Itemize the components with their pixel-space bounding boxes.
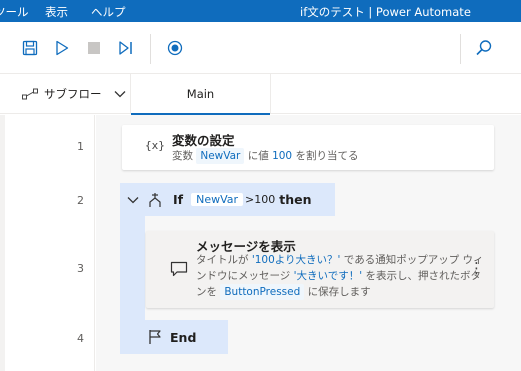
title-bar: ツール 表示 ヘルプ if文のテスト | Power Automate	[0, 0, 521, 22]
variable-chip: ButtonPressed	[220, 284, 305, 300]
toolbar	[0, 22, 521, 74]
line-number-gutter: 1 2 3 4	[5, 115, 95, 371]
desc-text: である通知ポップアップ ウィ	[343, 254, 484, 266]
subflows-dropdown[interactable]: サブフロー	[0, 74, 130, 114]
if-keyword: If	[173, 192, 184, 207]
save-icon	[22, 40, 38, 56]
desc-text: ンを	[196, 286, 217, 298]
line-number: 4	[77, 332, 84, 345]
set-variable-action[interactable]: {x} 変数の設定 変数 NewVar に値 100 を割り当てる	[122, 125, 494, 170]
end-keyword: End	[170, 329, 197, 345]
line-number: 2	[77, 194, 84, 207]
run-next-action-icon	[119, 41, 132, 55]
run-button[interactable]	[50, 36, 74, 60]
desc-text: に値	[247, 150, 269, 162]
desc-text: を割り当てる	[295, 150, 359, 162]
desc-text: に保存します	[307, 286, 371, 298]
action-description: 変数 NewVar に値 100 を割り当てる	[172, 148, 358, 164]
title-literal: '100より大きい？'	[251, 254, 341, 266]
chevron-down-icon	[114, 91, 125, 98]
then-keyword: then	[279, 192, 312, 207]
run-next-action-button[interactable]	[114, 36, 138, 60]
stop-button[interactable]	[82, 36, 106, 60]
display-message-action[interactable]: メッセージを表示 タイトルが '100より大きい？' である通知ポップアップ ウ…	[146, 231, 494, 308]
action-description: タイトルが '100より大きい？' である通知ポップアップ ウィ ンドウにメッセ…	[196, 252, 484, 300]
end-action[interactable]: End	[120, 320, 228, 354]
variable-chip: NewVar	[196, 148, 245, 164]
message-literal: '大きいです！'	[293, 270, 363, 282]
tab-main[interactable]: Main	[130, 74, 271, 115]
menu-help[interactable]: ヘルプ	[91, 4, 126, 20]
value-literal: 100	[272, 150, 293, 162]
record-icon	[167, 40, 183, 56]
desc-text: を表示し、押されたボタ	[365, 270, 481, 282]
save-button[interactable]	[18, 36, 42, 60]
toolbar-separator	[460, 34, 461, 64]
message-box-icon	[170, 261, 188, 277]
stop-icon	[88, 42, 100, 54]
toolbar-separator	[150, 34, 151, 64]
record-button[interactable]	[163, 36, 187, 60]
if-action[interactable]: If NewVar >100 then	[120, 183, 335, 216]
end-flag-icon	[149, 330, 161, 344]
tab-main-label: Main	[186, 87, 215, 101]
more-options-icon[interactable]: ⋮	[469, 259, 484, 277]
if-condition-icon	[149, 192, 161, 207]
search-button[interactable]	[472, 36, 496, 60]
collapse-chevron-icon[interactable]	[127, 196, 139, 204]
variable-icon: {x}	[145, 139, 165, 152]
if-block-indent-bar	[120, 216, 145, 320]
desc-text: ンドウにメッセージ	[196, 270, 291, 282]
menu-view[interactable]: 表示	[45, 4, 68, 20]
subflow-tab-bar: サブフロー Main	[0, 74, 521, 115]
subflows-label: サブフロー	[44, 87, 102, 101]
menu-tools[interactable]: ツール	[0, 4, 29, 20]
variable-chip: NewVar	[191, 193, 244, 206]
if-condition: >100	[245, 193, 276, 206]
desc-text: タイトルが	[196, 254, 249, 266]
desc-line: タイトルが '100より大きい？' である通知ポップアップ ウィ	[196, 252, 484, 268]
line-number: 1	[77, 140, 84, 153]
action-title: 変数の設定	[172, 133, 235, 148]
search-icon	[476, 40, 492, 56]
desc-line: ンを ButtonPressed に保存します	[196, 284, 484, 300]
run-icon	[56, 40, 69, 56]
subflow-icon	[22, 88, 38, 100]
window-title: if文のテスト | Power Automate	[300, 5, 471, 19]
line-number: 3	[77, 262, 84, 275]
desc-line: ンドウにメッセージ '大きいです！' を表示し、押されたボタ	[196, 268, 484, 284]
desc-text: 変数	[172, 150, 193, 162]
